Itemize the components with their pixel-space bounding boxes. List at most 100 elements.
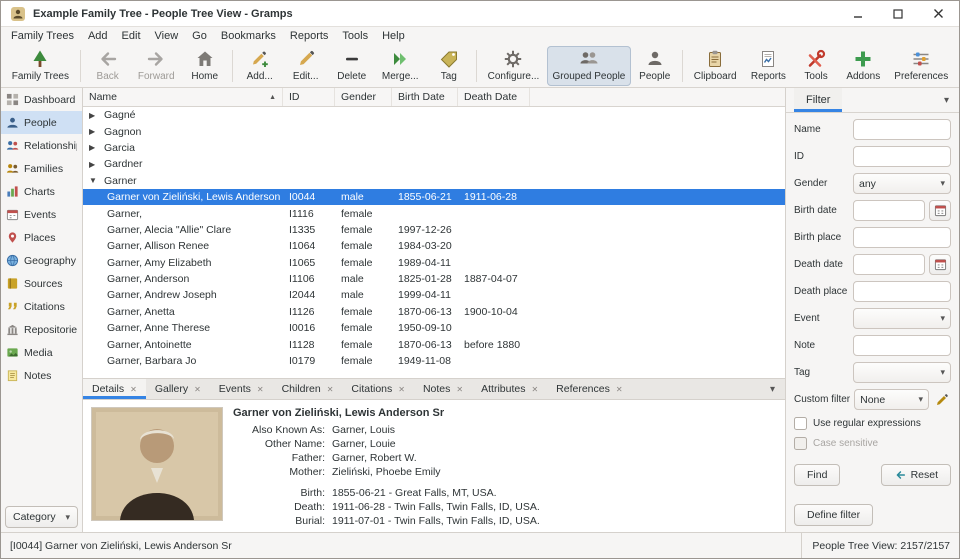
sidebar-item-repositories[interactable]: Repositories (1, 318, 82, 341)
name-filter-input[interactable] (853, 119, 951, 140)
surname-group-row[interactable]: ▶ Garcia (83, 140, 785, 156)
toolbar-add-button[interactable]: Add... (238, 46, 282, 86)
filter-tab[interactable]: Filter (794, 88, 843, 112)
toolbar-tools-button[interactable]: Tools (794, 46, 838, 86)
tab-events[interactable]: Events ✕ (210, 379, 273, 399)
surname-group-row[interactable]: ▶ Gagné (83, 107, 785, 123)
toolbar-forward-button[interactable]: Forward (132, 46, 181, 86)
toolbar-delete-button[interactable]: Delete (330, 46, 374, 86)
tag-filter-combo[interactable]: ▾ (853, 362, 951, 383)
maximize-button[interactable] (890, 6, 906, 22)
expander-collapsed-icon[interactable]: ▶ (89, 160, 99, 169)
menu-add[interactable]: Add (81, 29, 115, 43)
sidebar-item-citations[interactable]: Citations (1, 295, 82, 318)
person-row[interactable]: Garner, Antoinette I1128 female 1870-06-… (83, 336, 785, 352)
custom-filter-combo[interactable]: None ▾ (854, 389, 929, 410)
death-place-filter-input[interactable] (853, 281, 951, 302)
person-row[interactable]: Garner von Zieliński, Lewis Anderson Sr … (83, 188, 785, 206)
reset-button[interactable]: Reset (880, 464, 951, 486)
sidebar-item-relationships[interactable]: Relationships (1, 134, 82, 157)
filter-panel-dropdown[interactable]: ▾ (934, 88, 959, 112)
tab-close-icon[interactable]: ✕ (130, 385, 137, 394)
menu-family-trees[interactable]: Family Trees (4, 29, 81, 43)
tab-close-icon[interactable]: ✕ (531, 385, 538, 394)
toolbar-clipboard-button[interactable]: Clipboard (688, 46, 743, 86)
tab-gallery[interactable]: Gallery ✕ (146, 379, 210, 399)
tab-close-icon[interactable]: ✕ (194, 385, 201, 394)
menu-go[interactable]: Go (185, 29, 214, 43)
person-row[interactable]: Garner, Anne Therese I0016 female 1950-0… (83, 320, 785, 336)
surname-group-row[interactable]: ▼ Garner (83, 173, 785, 189)
toolbar-home-button[interactable]: Home (183, 46, 227, 86)
regex-checkbox[interactable] (794, 417, 807, 430)
sidebar-item-geography[interactable]: Geography (1, 249, 82, 272)
category-dropdown[interactable]: Category ▾ (5, 506, 78, 528)
sidebar-item-dashboard[interactable]: Dashboard (1, 88, 82, 111)
sidebar-item-notes[interactable]: Notes (1, 364, 82, 387)
birth-place-filter-input[interactable] (853, 227, 951, 248)
surname-group-row[interactable]: ▶ Gagnon (83, 123, 785, 139)
edit-custom-filter-button[interactable] (933, 393, 951, 407)
expander-collapsed-icon[interactable]: ▶ (89, 143, 99, 152)
case-sensitive-checkbox[interactable] (794, 437, 807, 450)
tab-close-icon[interactable]: ✕ (257, 385, 264, 394)
column-header-id[interactable]: ID (283, 88, 335, 106)
menu-edit[interactable]: Edit (115, 29, 148, 43)
sidebar-item-charts[interactable]: Charts (1, 180, 82, 203)
id-filter-input[interactable] (853, 146, 951, 167)
close-button[interactable] (930, 6, 946, 22)
person-portrait-photo[interactable] (91, 407, 223, 521)
tab-close-icon[interactable]: ✕ (327, 385, 334, 394)
tab-notes[interactable]: Notes ✕ (414, 379, 472, 399)
sidebar-item-families[interactable]: Families (1, 157, 82, 180)
menu-view[interactable]: View (148, 29, 186, 43)
note-filter-input[interactable] (853, 335, 951, 356)
tabs-overflow-button[interactable]: ▾ (760, 379, 785, 399)
menu-tools[interactable]: Tools (335, 29, 375, 43)
death-date-calendar-button[interactable] (929, 254, 951, 275)
tab-details[interactable]: Details ✕ (83, 379, 146, 399)
person-row[interactable]: Garner, Amy Elizabeth I1065 female 1989-… (83, 255, 785, 271)
sidebar-item-sources[interactable]: Sources (1, 272, 82, 295)
tab-references[interactable]: References ✕ (547, 379, 631, 399)
sidebar-item-media[interactable]: Media (1, 341, 82, 364)
menu-reports[interactable]: Reports (283, 29, 336, 43)
expander-expanded-icon[interactable]: ▼ (89, 176, 99, 185)
define-filter-button[interactable]: Define filter (794, 504, 874, 526)
tab-attributes[interactable]: Attributes ✕ (472, 379, 547, 399)
event-filter-combo[interactable]: ▾ (853, 308, 951, 329)
menu-bookmarks[interactable]: Bookmarks (214, 29, 283, 43)
tab-close-icon[interactable]: ✕ (456, 385, 463, 394)
person-row[interactable]: Garner, Allison Renee I1064 female 1984-… (83, 238, 785, 254)
toolbar-preferences-button[interactable]: Preferences (888, 46, 954, 86)
person-row[interactable]: Garner, Anderson I1106 male 1825-01-28 1… (83, 271, 785, 287)
sidebar-item-people[interactable]: People (1, 111, 82, 134)
toolbar-merge-button[interactable]: Merge... (376, 46, 425, 86)
toolbar-addons-button[interactable]: Addons (840, 46, 886, 86)
toolbar-grouped-people-button[interactable]: Grouped People (547, 45, 631, 86)
tab-close-icon[interactable]: ✕ (616, 385, 623, 394)
birth-date-calendar-button[interactable] (929, 200, 951, 221)
person-row[interactable]: Garner, Alecia "Allie" Clare I1335 femal… (83, 222, 785, 238)
titlebar[interactable]: Example Family Tree - People Tree View -… (1, 1, 959, 27)
column-header-gender[interactable]: Gender (335, 88, 392, 106)
column-header-birth-date[interactable]: Birth Date (392, 88, 458, 106)
minimize-button[interactable] (850, 6, 866, 22)
person-row[interactable]: Garner, Anetta I1126 female 1870-06-13 1… (83, 304, 785, 320)
death-date-filter-input[interactable] (853, 254, 925, 275)
column-header-name[interactable]: Name ▲ (83, 88, 283, 106)
toolbar-tag-button[interactable]: Tag (427, 46, 471, 86)
person-row[interactable]: Garner, Andrew Joseph I2044 male 1999-04… (83, 287, 785, 303)
menu-help[interactable]: Help (375, 29, 412, 43)
find-button[interactable]: Find (794, 464, 841, 486)
toolbar-edit-button[interactable]: Edit... (284, 46, 328, 86)
gender-filter-combo[interactable]: any ▾ (853, 173, 951, 194)
expander-collapsed-icon[interactable]: ▶ (89, 127, 99, 136)
toolbar-configure-button[interactable]: Configure... (482, 46, 545, 86)
toolbar-people-button[interactable]: People (633, 46, 677, 86)
tab-close-icon[interactable]: ✕ (398, 385, 405, 394)
column-header-death-date[interactable]: Death Date (458, 88, 530, 106)
surname-group-row[interactable]: ▶ Gardner (83, 156, 785, 172)
expander-collapsed-icon[interactable]: ▶ (89, 111, 99, 120)
birth-date-filter-input[interactable] (853, 200, 925, 221)
